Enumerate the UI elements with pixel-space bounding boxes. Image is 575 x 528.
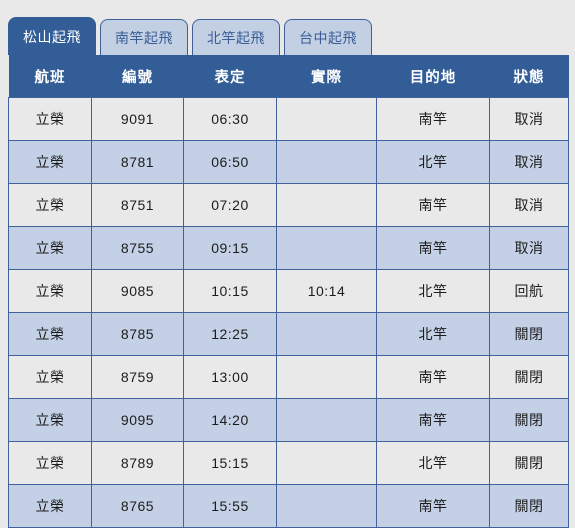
tab-departure-3[interactable]: 台中起飛: [284, 19, 372, 55]
cell-airline: 立榮: [8, 312, 92, 356]
cell-airline: 立榮: [8, 140, 92, 184]
tab-label: 北竿起飛: [207, 29, 265, 46]
cell-airline: 立榮: [8, 441, 92, 485]
cell-number: 8755: [91, 226, 184, 270]
table-row: 立榮 8785 12:25 北竿 關閉: [8, 312, 569, 356]
departure-airport-tabs: 松山起飛 南竿起飛 北竿起飛 台中起飛: [8, 9, 372, 55]
cell-airline: 立榮: [8, 484, 92, 528]
cell-scheduled: 09:15: [183, 226, 277, 270]
cell-actual: [276, 312, 377, 356]
cell-destination: 南竿: [376, 484, 490, 528]
column-header-actual: 實際: [276, 55, 377, 98]
cell-actual: [276, 355, 377, 399]
cell-destination: 北竿: [376, 312, 490, 356]
cell-destination: 北竿: [376, 269, 490, 313]
cell-airline: 立榮: [8, 269, 92, 313]
cell-destination: 北竿: [376, 140, 490, 184]
column-header-scheduled: 表定: [183, 55, 277, 98]
cell-scheduled: 15:15: [183, 441, 277, 485]
table-row: 立榮 9085 10:15 10:14 北竿 回航: [8, 269, 569, 313]
table-row: 立榮 8781 06:50 北竿 取消: [8, 140, 569, 184]
tab-departure-0[interactable]: 松山起飛: [8, 17, 96, 55]
cell-number: 8785: [91, 312, 184, 356]
tab-departure-1[interactable]: 南竿起飛: [100, 19, 188, 55]
table-row: 立榮 8759 13:00 南竿 關閉: [8, 355, 569, 399]
table-header: 航班 編號 表定 實際 目的地 狀態: [8, 55, 569, 98]
cell-status: 回航: [489, 269, 569, 313]
cell-destination: 南竿: [376, 97, 490, 141]
cell-destination: 南竿: [376, 183, 490, 227]
cell-airline: 立榮: [8, 355, 92, 399]
cell-number: 9091: [91, 97, 184, 141]
table-row: 立榮 8765 15:55 南竿 關閉: [8, 484, 569, 528]
table-row: 立榮 8755 09:15 南竿 取消: [8, 226, 569, 270]
cell-number: 9085: [91, 269, 184, 313]
cell-number: 8781: [91, 140, 184, 184]
flight-schedule-table: 航班 編號 表定 實際 目的地 狀態 立榮 9091 06:30 南竿 取消 立榮 8781 06:50…: [8, 55, 569, 528]
table-row: 立榮 9095 14:20 南竿 關閉: [8, 398, 569, 442]
table-row: 立榮 9091 06:30 南竿 取消: [8, 97, 569, 141]
cell-status: 關閉: [489, 441, 569, 485]
cell-scheduled: 06:50: [183, 140, 277, 184]
column-header-destination: 目的地: [376, 55, 490, 98]
column-header-number: 編號: [91, 55, 184, 98]
cell-actual: [276, 398, 377, 442]
tab-label: 南竿起飛: [115, 29, 173, 46]
flight-schedule-container: 航班 編號 表定 實際 目的地 狀態 立榮 9091 06:30 南竿 取消 立榮 8781 06:50…: [8, 55, 569, 528]
cell-actual: [276, 441, 377, 485]
cell-destination: 北竿: [376, 441, 490, 485]
table-row: 立榮 8751 07:20 南竿 取消: [8, 183, 569, 227]
cell-status: 關閉: [489, 312, 569, 356]
column-header-status: 狀態: [489, 55, 569, 98]
cell-number: 8751: [91, 183, 184, 227]
cell-number: 8759: [91, 355, 184, 399]
cell-scheduled: 15:55: [183, 484, 277, 528]
cell-scheduled: 06:30: [183, 97, 277, 141]
table-header-row: 航班 編號 表定 實際 目的地 狀態: [8, 55, 569, 98]
cell-scheduled: 07:20: [183, 183, 277, 227]
cell-status: 關閉: [489, 355, 569, 399]
cell-status: 關閉: [489, 398, 569, 442]
cell-actual: [276, 140, 377, 184]
tab-label: 松山起飛: [23, 28, 81, 45]
cell-destination: 南竿: [376, 398, 490, 442]
cell-number: 8765: [91, 484, 184, 528]
cell-status: 取消: [489, 183, 569, 227]
cell-airline: 立榮: [8, 183, 92, 227]
cell-airline: 立榮: [8, 226, 92, 270]
cell-scheduled: 10:15: [183, 269, 277, 313]
cell-status: 取消: [489, 97, 569, 141]
cell-actual: [276, 183, 377, 227]
cell-scheduled: 13:00: [183, 355, 277, 399]
cell-scheduled: 14:20: [183, 398, 277, 442]
column-header-airline: 航班: [8, 55, 92, 98]
cell-scheduled: 12:25: [183, 312, 277, 356]
tab-label: 台中起飛: [299, 29, 357, 46]
cell-actual: [276, 484, 377, 528]
cell-actual: 10:14: [276, 269, 377, 313]
tab-departure-2[interactable]: 北竿起飛: [192, 19, 280, 55]
cell-number: 8789: [91, 441, 184, 485]
cell-airline: 立榮: [8, 97, 92, 141]
cell-airline: 立榮: [8, 398, 92, 442]
table-row: 立榮 8789 15:15 北竿 關閉: [8, 441, 569, 485]
cell-status: 關閉: [489, 484, 569, 528]
cell-destination: 南竿: [376, 355, 490, 399]
cell-actual: [276, 97, 377, 141]
table-body: 立榮 9091 06:30 南竿 取消 立榮 8781 06:50 北竿 取消 立榮 8751 07:2…: [8, 97, 569, 528]
cell-number: 9095: [91, 398, 184, 442]
cell-status: 取消: [489, 226, 569, 270]
cell-status: 取消: [489, 140, 569, 184]
cell-actual: [276, 226, 377, 270]
cell-destination: 南竿: [376, 226, 490, 270]
